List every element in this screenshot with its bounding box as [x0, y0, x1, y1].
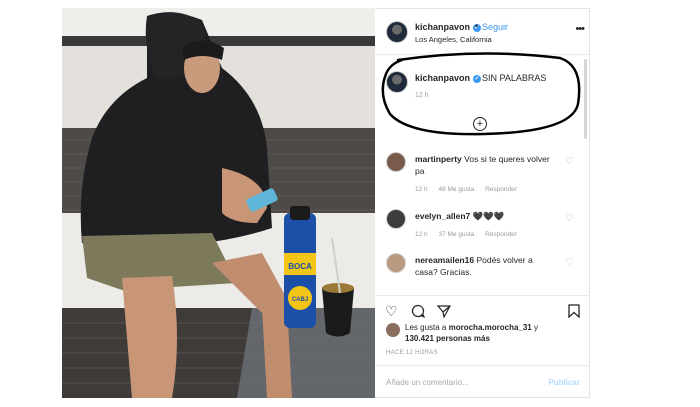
heart-icon[interactable]: ♡	[565, 156, 574, 167]
separator-dot: •	[475, 21, 479, 31]
bookmark-icon[interactable]	[568, 304, 580, 320]
avatar[interactable]	[386, 21, 408, 43]
reply-button[interactable]: Responder	[485, 186, 517, 193]
comment-meta: 12 h 48 Me gusta Responder	[415, 186, 526, 193]
likes-count[interactable]: 130.421 personas más	[405, 334, 490, 343]
comment-avatar[interactable]	[386, 253, 406, 273]
caption-username-text[interactable]: kichanpavon	[415, 73, 470, 83]
caption-text: SIN PALABRAS	[482, 73, 547, 83]
comment-item: evelyn_allen7 🖤🖤🖤 12 h 37 Me gusta Respo…	[375, 209, 590, 259]
post-header: kichanpavon ✓ • Seguir Los Angeles, Calif…	[375, 9, 590, 55]
comment-body: martinperty Vos si te queres volver pa	[415, 153, 555, 177]
username-link[interactable]: kichanpavon	[415, 22, 470, 32]
heart-icon[interactable]: ♡	[565, 213, 574, 224]
more-options-icon[interactable]: •••	[575, 23, 585, 35]
caption-avatar[interactable]	[386, 71, 408, 93]
comments-scrollbar[interactable]	[584, 59, 587, 139]
post-photo[interactable]: BOCA CABJ	[62, 8, 375, 398]
likes-joiner: y	[533, 323, 538, 332]
comment-meta: 12 h 37 Me gusta Responder	[415, 231, 526, 238]
heart-icon[interactable]: ♡	[385, 304, 398, 318]
comment-likes[interactable]: 37 Me gusta	[438, 231, 474, 238]
action-bar: ♡	[375, 295, 590, 319]
comment-body: nereamailen16 Podés volver a casa? Graci…	[415, 254, 555, 278]
comment-avatar[interactable]	[386, 152, 406, 172]
add-comment-bar: Publicar	[375, 365, 590, 399]
heart-icon[interactable]: ♡	[565, 257, 574, 268]
location-link[interactable]: Los Angeles, California	[415, 35, 492, 44]
likes-avatar[interactable]	[386, 323, 400, 337]
follow-button[interactable]: Seguir	[482, 22, 508, 32]
likes-user[interactable]: morocha.morocha_31	[449, 323, 532, 332]
comment-avatar[interactable]	[386, 209, 406, 229]
caption-username[interactable]: kichanpavon ✓	[415, 73, 482, 83]
publish-button[interactable]: Publicar	[548, 378, 580, 387]
comment-body: evelyn_allen7 🖤🖤🖤	[415, 210, 555, 222]
reply-button[interactable]: Responder	[485, 231, 517, 238]
comment-item: martinperty Vos si te queres volver pa 1…	[375, 152, 590, 202]
comment-time[interactable]: 12 h	[415, 231, 428, 238]
likes-prefix: Les gusta a	[405, 323, 447, 332]
comment-username[interactable]: martinperty	[415, 154, 462, 164]
comment-username[interactable]: nereamailen16	[415, 255, 474, 265]
likes-summary[interactable]: Les gusta a morocha.morocha_31 y 130.421…	[405, 322, 538, 344]
comment-text: 🖤🖤🖤	[472, 211, 505, 221]
post-date[interactable]: HACE 12 HORAS	[386, 350, 438, 356]
bottle-text-top: BOCA	[288, 262, 312, 271]
plus-circle-icon[interactable]: +	[473, 117, 487, 131]
share-icon[interactable]	[436, 304, 452, 320]
header-username[interactable]: kichanpavon ✓	[415, 22, 482, 32]
comment-icon[interactable]	[411, 304, 426, 320]
verified-badge-icon: ✓	[473, 75, 482, 83]
caption-time[interactable]: 12 h	[415, 92, 429, 99]
comment-input[interactable]	[386, 378, 536, 387]
bottle-text-bottom: CABJ	[292, 297, 308, 303]
comment-likes[interactable]: 48 Me gusta	[438, 186, 474, 193]
comment-time[interactable]: 12 h	[415, 186, 428, 193]
post-sidebar: kichanpavon ✓ • Seguir Los Angeles, Calif…	[375, 8, 590, 398]
comment-username[interactable]: evelyn_allen7	[415, 211, 470, 221]
